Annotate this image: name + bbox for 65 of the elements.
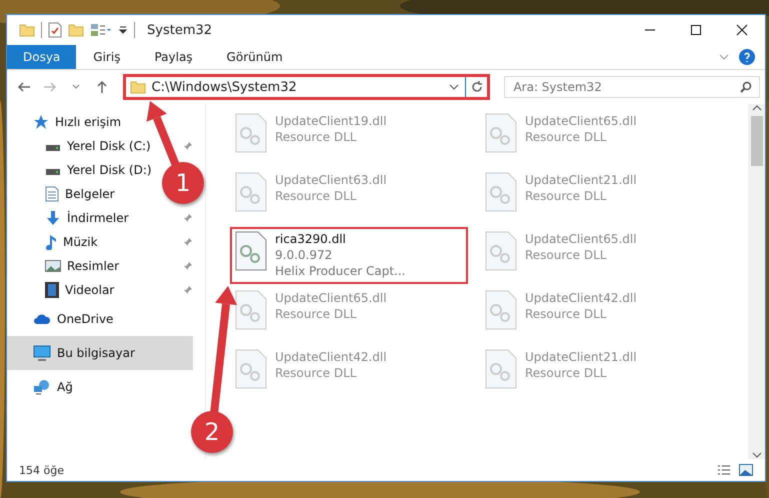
folder-icon [68, 22, 84, 38]
dll-file-icon [235, 172, 267, 212]
pin-icon[interactable] [183, 285, 193, 295]
scroll-down-icon[interactable] [752, 451, 762, 459]
dll-file-icon [485, 172, 517, 212]
film-icon [45, 282, 59, 298]
chevron-down-icon[interactable] [449, 83, 460, 91]
network-icon [33, 379, 51, 395]
forward-arrow-icon [42, 81, 57, 93]
sidebar-item[interactable]: Yerel Disk (D:) [7, 158, 160, 182]
chevron-down-icon [72, 84, 80, 90]
document-icon [45, 186, 59, 202]
ribbon-tab[interactable]: Paylaş [137, 45, 210, 69]
music-note-icon [45, 234, 57, 250]
item-count: 154 öğe [19, 464, 64, 476]
download-icon [45, 210, 61, 226]
dll-file-icon [235, 231, 267, 271]
dll-file-icon [485, 113, 517, 153]
window-title: System32 [147, 22, 212, 38]
refresh-icon [470, 81, 483, 93]
ribbon-tab[interactable]: Dosya [7, 45, 76, 69]
sidebar-item[interactable]: Belgeler [7, 182, 123, 206]
dll-file-icon [485, 349, 517, 389]
computer-icon [33, 345, 51, 361]
sidebar-item[interactable]: İndirmeler [7, 206, 137, 230]
up-arrow-icon [96, 80, 108, 94]
pin-icon[interactable] [183, 261, 193, 271]
back-arrow-icon [16, 81, 31, 93]
scrollbar-thumb[interactable] [750, 116, 762, 166]
dll-file-icon [235, 113, 267, 153]
cloud-icon [33, 313, 51, 325]
close-icon [736, 24, 748, 36]
pin-icon[interactable] [183, 237, 193, 247]
dll-file-icon [235, 349, 267, 389]
star-icon [33, 114, 49, 130]
help-icon[interactable] [739, 49, 755, 65]
pin-icon[interactable] [183, 213, 193, 223]
sidebar-item[interactable]: Bu bilgisayar [7, 336, 193, 370]
image-icon [45, 259, 61, 273]
ribbon-tab[interactable]: Giriş [76, 45, 138, 69]
dll-file-icon [485, 231, 517, 271]
ribbon-tab[interactable]: Görünüm [210, 45, 300, 69]
file-item[interactable]: rica3290.dll 9.0.0.972 Helix Producer Capt... [230, 227, 468, 284]
scrollbar[interactable] [748, 104, 765, 459]
sidebar-item[interactable]: OneDrive [7, 302, 122, 336]
sidebar-item[interactable]: Müzik [7, 230, 106, 254]
search-field[interactable]: Ara: System32 [504, 76, 760, 98]
sidebar-item[interactable]: Hızlı erişim [7, 110, 130, 134]
sidebar-item[interactable]: Videolar [7, 278, 122, 302]
sidebar-item[interactable]: Yerel Disk (C:) [7, 134, 159, 158]
maximize-icon [690, 24, 702, 36]
properties-icon[interactable] [48, 22, 62, 38]
address-bar[interactable]: C:\Windows\System32 [122, 74, 490, 100]
details-view-icon[interactable] [717, 464, 731, 476]
folder-icon [19, 22, 35, 38]
sidebar-item[interactable]: Resimler [7, 254, 128, 278]
sidebar-item[interactable]: Ağ [7, 370, 81, 404]
dll-file-icon [235, 290, 267, 330]
dropdown-icon[interactable] [118, 25, 128, 35]
large-icons-view-icon[interactable] [739, 464, 753, 476]
dll-file-icon [485, 290, 517, 330]
view-icon[interactable] [90, 23, 112, 37]
scroll-up-icon[interactable] [752, 104, 762, 112]
folder-icon [130, 79, 146, 95]
pin-icon[interactable] [183, 141, 193, 151]
